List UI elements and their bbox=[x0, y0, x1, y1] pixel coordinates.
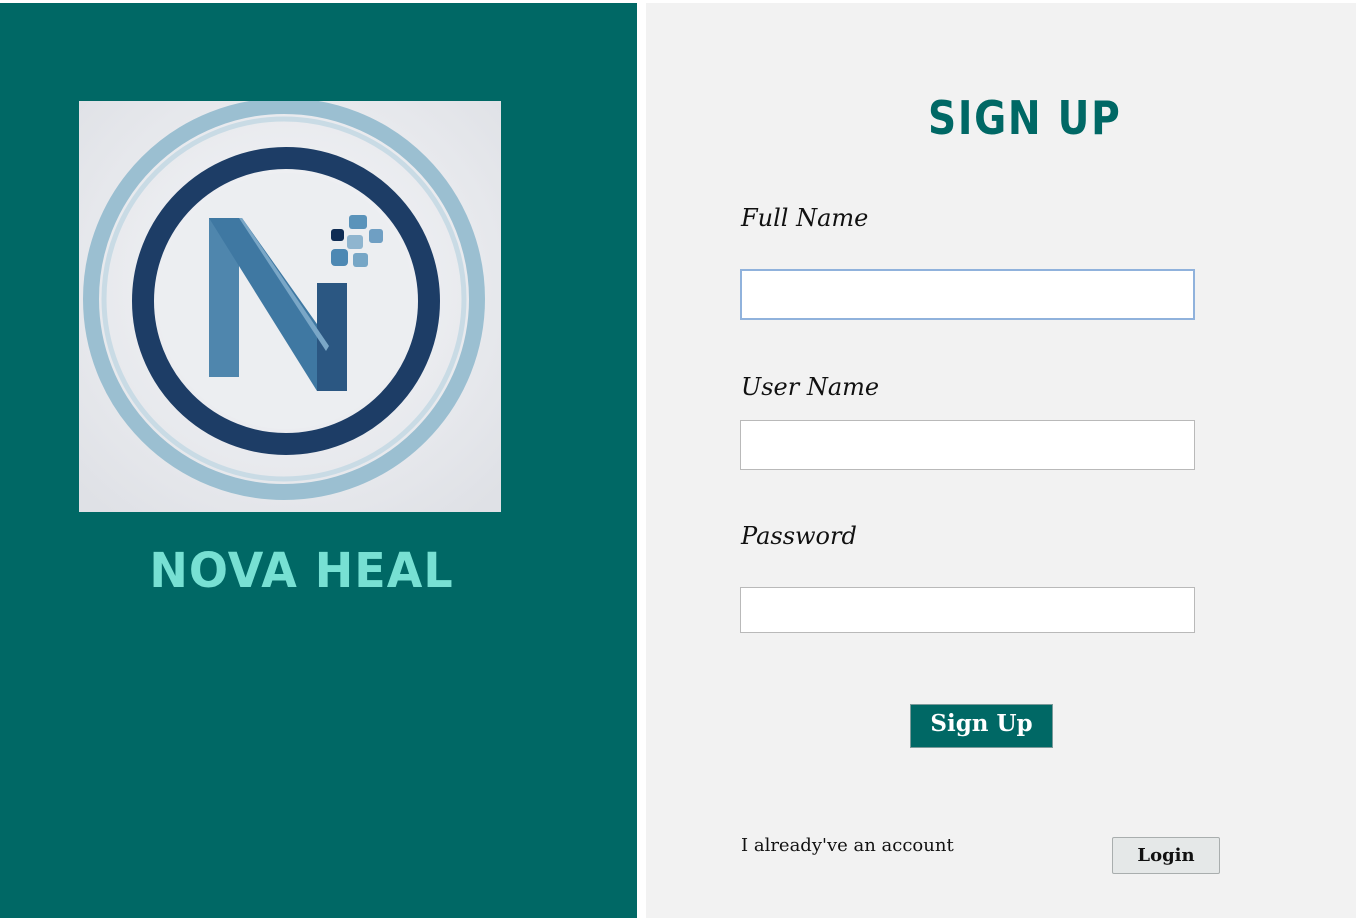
already-have-account-text: I already've an account bbox=[741, 835, 954, 856]
sign-up-button[interactable]: Sign Up bbox=[910, 704, 1053, 748]
password-input[interactable] bbox=[740, 587, 1195, 633]
logo bbox=[79, 101, 501, 512]
user-name-label: User Name bbox=[741, 373, 880, 401]
password-label: Password bbox=[741, 522, 857, 550]
full-name-input[interactable] bbox=[740, 269, 1195, 320]
login-button[interactable]: Login bbox=[1112, 837, 1220, 874]
brand-panel: NOVA HEAL bbox=[0, 3, 637, 918]
user-name-input[interactable] bbox=[740, 420, 1195, 470]
signup-panel: SIGN UP Full Name User Name Password Sig… bbox=[646, 3, 1356, 918]
page-title: SIGN UP bbox=[928, 91, 1122, 145]
brand-name: NOVA HEAL bbox=[149, 541, 454, 599]
nova-heal-logo-icon bbox=[79, 101, 501, 512]
full-name-label: Full Name bbox=[741, 204, 869, 232]
